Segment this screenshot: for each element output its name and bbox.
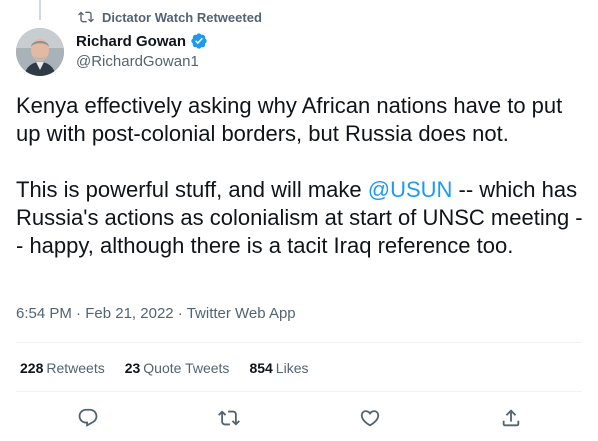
share-icon (502, 409, 520, 427)
author-block[interactable]: Richard Gowan @RichardGowan1 (76, 32, 208, 70)
likes-stat[interactable]: 854 Likes (249, 360, 308, 376)
reply-button[interactable] (76, 406, 100, 430)
verified-badge-icon (191, 33, 207, 49)
quotes-count: 23 (124, 360, 141, 376)
action-bar (0, 403, 598, 433)
avatar-photo (16, 28, 64, 76)
mention-link[interactable]: @USUN (368, 177, 453, 202)
retweet-icon (78, 11, 94, 23)
retweet-context[interactable]: Dictator Watch Retweeted (78, 9, 262, 25)
like-icon (360, 410, 380, 427)
tweet-source[interactable]: Twitter Web App (187, 305, 296, 322)
tweet-text: Kenya effectively asking why African nat… (16, 92, 586, 260)
avatar[interactable] (16, 28, 64, 76)
retweet-icon (218, 410, 240, 426)
retweet-button[interactable] (217, 406, 241, 430)
meta-separator: · (177, 305, 183, 322)
retweet-context-label: Dictator Watch Retweeted (102, 9, 262, 25)
retweets-count: 228 (20, 360, 44, 376)
likes-count: 854 (249, 360, 273, 376)
retweets-stat[interactable]: 228 Retweets (20, 360, 105, 376)
likes-label: Likes (275, 360, 309, 376)
author-display-name[interactable]: Richard Gowan (76, 33, 186, 50)
tweet-date[interactable]: Feb 21, 2022 (85, 305, 173, 322)
tweet-paragraph: Kenya effectively asking why African nat… (16, 93, 563, 146)
share-button[interactable] (499, 406, 523, 430)
divider (16, 391, 582, 392)
tweet-card: Dictator Watch Retweeted Richard Gowan @… (0, 0, 598, 441)
like-button[interactable] (358, 406, 382, 430)
tweet-metadata: 6:54 PM · Feb 21, 2022 · Twitter Web App (16, 305, 296, 322)
tweet-time[interactable]: 6:54 PM (16, 305, 72, 322)
author-handle[interactable]: @RichardGowan1 (76, 53, 208, 70)
engagement-stats: 228 Retweets 23 Quote Tweets 854 Likes (20, 360, 308, 376)
reply-icon (78, 408, 98, 427)
quote-tweets-stat[interactable]: 23 Quote Tweets (125, 360, 230, 376)
tweet-paragraph: This is powerful stuff, and will make @U… (16, 176, 586, 260)
thread-connector (39, 0, 41, 20)
retweets-label: Retweets (46, 360, 105, 376)
meta-separator: · (76, 305, 82, 322)
tweet-text-segment: This is powerful stuff, and will make (16, 177, 368, 202)
quotes-label: Quote Tweets (143, 360, 230, 376)
divider (16, 342, 582, 343)
